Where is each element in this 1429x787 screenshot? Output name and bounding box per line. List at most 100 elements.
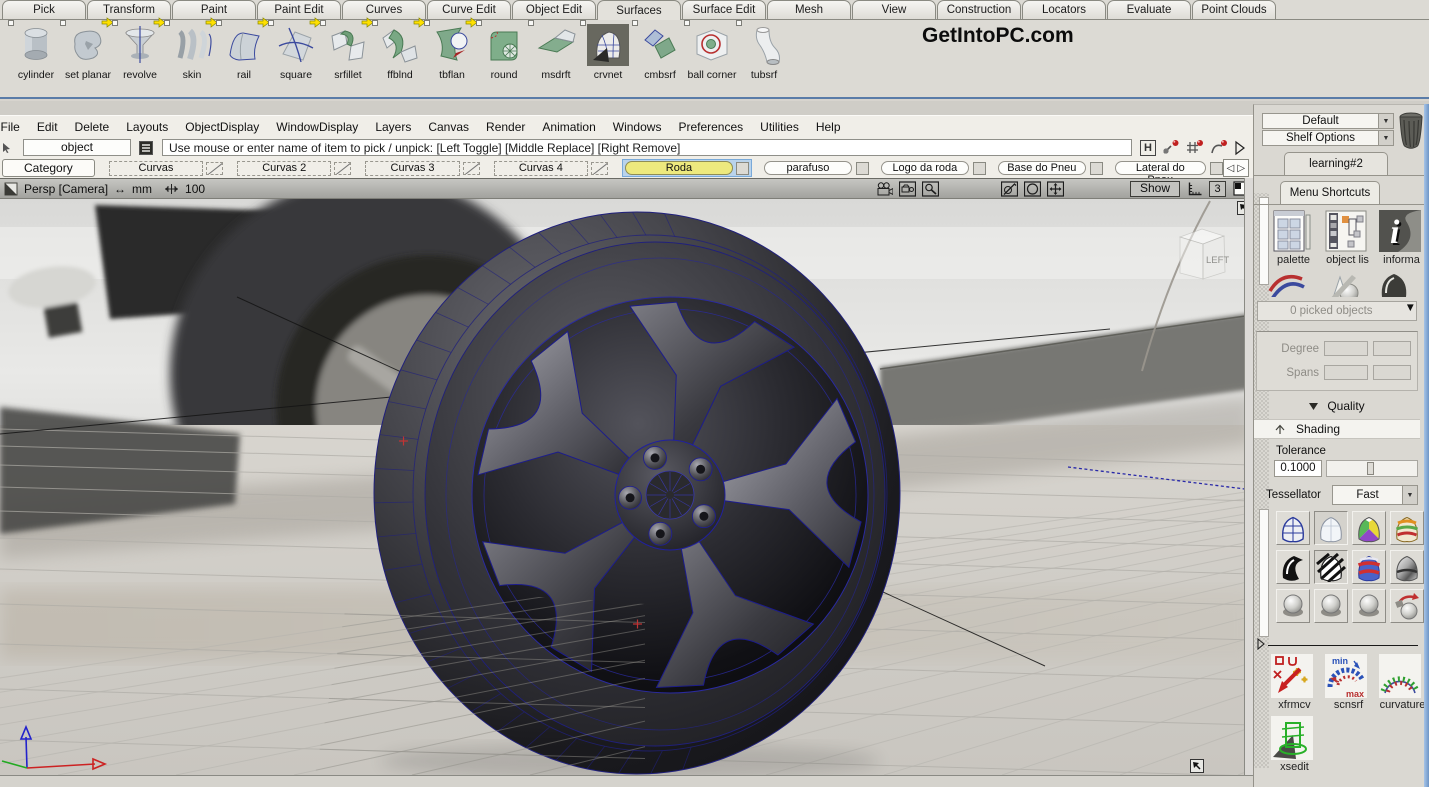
grid-snap-icon[interactable] [1185, 139, 1204, 156]
tool-revolve[interactable]: revolve [114, 24, 166, 81]
layer-curvas[interactable]: Curvas [109, 161, 203, 176]
option-box[interactable] [528, 20, 534, 26]
section-expand-icon[interactable] [1256, 638, 1266, 650]
option-box[interactable] [424, 20, 430, 26]
movie-camera-icon[interactable] [876, 181, 893, 197]
category-button[interactable]: Category [2, 159, 95, 177]
tool-ffblnd[interactable]: ffblnd [374, 24, 426, 81]
option-box[interactable] [60, 20, 66, 26]
option-box[interactable] [268, 20, 274, 26]
3d-scene[interactable]: LEFT [0, 199, 1253, 775]
option-box[interactable] [580, 20, 586, 26]
panel-tool-object-lis[interactable]: object lis [1324, 209, 1371, 266]
shader-toggle-icon[interactable] [1001, 181, 1018, 197]
tool-crvnet[interactable]: crvnet [582, 24, 634, 81]
tool-cmbsrf[interactable]: cmbsrf [634, 24, 686, 81]
option-box[interactable] [320, 20, 326, 26]
menu-layouts[interactable]: Layouts [118, 120, 177, 134]
tool-scnsrf[interactable]: minmaxscnsrf [1324, 653, 1373, 711]
option-box[interactable] [684, 20, 690, 26]
menu-utilities[interactable]: Utilities [752, 120, 808, 134]
tool-xsedit[interactable]: xsedit [1270, 715, 1319, 773]
option-box[interactable] [112, 20, 118, 26]
ruler-icon[interactable] [1186, 181, 1203, 197]
zebra-shade-icon[interactable] [1314, 550, 1348, 584]
chevron-down-icon[interactable]: ▼ [1378, 114, 1393, 128]
panel-tool-palette[interactable]: palette [1270, 209, 1317, 266]
picked-objects-bar[interactable]: 0 picked objects ▼ [1257, 301, 1417, 321]
viewport-canvas[interactable]: LEFT [0, 199, 1253, 775]
chrome-shade-icon[interactable] [1390, 550, 1424, 584]
pick-object-selector[interactable]: object [23, 139, 131, 156]
layer-toggle[interactable] [736, 162, 749, 175]
viewport-menu-icon[interactable] [4, 182, 18, 196]
spans-field-u[interactable] [1324, 365, 1368, 380]
clipped-tool-icon[interactable] [1376, 269, 1416, 297]
menu-windowdisplay[interactable]: WindowDisplay [268, 120, 367, 134]
quality-section-header[interactable]: Quality [1254, 397, 1420, 415]
menu-delete[interactable]: Delete [66, 120, 118, 134]
tool-rail[interactable]: rail [218, 24, 270, 81]
curvature-shade-icon[interactable] [1276, 550, 1310, 584]
flat-shade-icon[interactable] [1314, 511, 1348, 545]
clipped-tool-icon[interactable] [1268, 269, 1308, 297]
tool-ball-corner[interactable]: ball corner [686, 24, 738, 81]
level-button[interactable]: 3 [1209, 181, 1226, 197]
slider-thumb[interactable] [1367, 462, 1374, 475]
viewport-resize-icon[interactable] [1190, 759, 1204, 773]
option-box[interactable] [8, 20, 14, 26]
option-box[interactable] [476, 20, 482, 26]
layer-logo-da-roda[interactable]: Logo da roda [881, 161, 969, 175]
tool-set-planar[interactable]: set planar [62, 24, 114, 81]
hotkey-button[interactable]: H [1140, 140, 1156, 156]
degree-field-v[interactable] [1373, 341, 1411, 356]
shelf-tab-mesh[interactable]: Mesh [767, 0, 851, 19]
tool-curvature[interactable]: curvature [1378, 653, 1424, 711]
tab-learning[interactable]: learning#2 [1284, 152, 1388, 175]
trash-icon[interactable] [1398, 110, 1424, 152]
layer-base-do-pneu[interactable]: Base do Pneu [998, 161, 1086, 175]
layer-state-icon[interactable] [463, 162, 480, 175]
shader-ball-icon[interactable] [1314, 589, 1348, 623]
chevron-down-icon[interactable]: ▼ [1405, 302, 1416, 320]
wireframe-shade-icon[interactable] [1276, 511, 1310, 545]
tool-tbflan[interactable]: tbflan [426, 24, 478, 81]
layer-curvas-3[interactable]: Curvas 3 [365, 161, 459, 176]
layer-toggle[interactable] [856, 162, 869, 175]
pan-tool-icon[interactable] [1047, 181, 1064, 197]
panel-tool-informa[interactable]: iiinforma [1378, 209, 1424, 266]
menu-help[interactable]: Help [807, 120, 849, 134]
layer-toggle[interactable] [1090, 162, 1103, 175]
tool-cylinder[interactable]: cylinder [10, 24, 62, 81]
menu-canvas[interactable]: Canvas [420, 120, 478, 134]
menu-objectdisplay[interactable]: ObjectDisplay [177, 120, 268, 134]
circle-select-icon[interactable] [1024, 181, 1041, 197]
tool-square[interactable]: square [270, 24, 322, 81]
layer-curvas-4[interactable]: Curvas 4 [494, 161, 588, 176]
tool-xfrmcv[interactable]: xfrmcv [1270, 653, 1319, 711]
shelf-tab-construction[interactable]: Construction [937, 0, 1021, 19]
option-box[interactable] [736, 20, 742, 26]
menu-layers[interactable]: Layers [367, 120, 420, 134]
assign-shader-icon[interactable] [1390, 589, 1424, 623]
menu-windows[interactable]: Windows [604, 120, 670, 134]
layer-roda[interactable]: Roda [625, 161, 733, 175]
tool-srfillet[interactable]: srfillet [322, 24, 374, 81]
point-snap-icon[interactable] [1161, 139, 1180, 156]
layer-toggle[interactable] [1210, 162, 1223, 175]
multi-stripe-icon[interactable] [1390, 511, 1424, 545]
tool-round[interactable]: round [478, 24, 530, 81]
menu-render[interactable]: Render [478, 120, 534, 134]
tolerance-field[interactable]: 0.1000 [1274, 460, 1322, 477]
tab-menu-shortcuts[interactable]: Menu Shortcuts [1280, 181, 1380, 204]
shelf-tab-view[interactable]: View [852, 0, 936, 19]
option-box[interactable] [372, 20, 378, 26]
layer-state-icon[interactable] [334, 162, 351, 175]
chevron-down-icon[interactable]: ▼ [1378, 131, 1393, 145]
shelf-options-dropdown[interactable]: Shelf Options ▼ [1262, 130, 1394, 146]
menu-file[interactable]: File [0, 120, 28, 134]
menu-animation[interactable]: Animation [534, 120, 604, 134]
layer-lateral-do-pneu[interactable]: Lateral do Pneu [1115, 161, 1206, 175]
shader-ball-icon[interactable] [1352, 589, 1386, 623]
option-box[interactable] [632, 20, 638, 26]
